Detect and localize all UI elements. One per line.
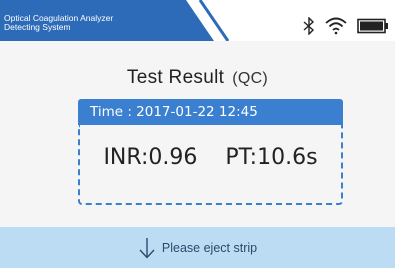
status-icons xyxy=(303,16,389,36)
result-mode: (QC) xyxy=(232,70,269,87)
result-title: Test Result (QC) xyxy=(0,67,395,89)
header-bar: Optical Coagulation Analyzer Detecting S… xyxy=(0,0,395,41)
result-box: Time : 2017-01-22 12:45 INR:0.96 PT:10.6s xyxy=(78,99,343,205)
battery-icon xyxy=(357,18,388,34)
inr-value: INR:0.96 xyxy=(103,145,198,170)
main-panel: Test Result (QC) Time : 2017-01-22 12:45 … xyxy=(0,41,395,227)
device-screen: Optical Coagulation Analyzer Detecting S… xyxy=(0,0,395,268)
bluetooth-icon xyxy=(303,17,315,35)
wifi-icon xyxy=(325,17,347,35)
eject-strip-message: Please eject strip xyxy=(161,240,258,255)
pt-value: PT:10.6s xyxy=(225,145,318,170)
result-title-text: Test Result xyxy=(126,67,225,88)
app-title-line2: Detecting System xyxy=(4,22,71,32)
result-values: INR:0.96 PT:10.6s xyxy=(78,125,343,205)
app-title: Optical Coagulation Analyzer Detecting S… xyxy=(4,14,113,32)
value-line: INR:0.96 PT:10.6s xyxy=(80,145,341,170)
test-time: Time : 2017-01-22 12:45 xyxy=(78,99,343,125)
arrow-down-icon xyxy=(139,237,155,259)
footer-message-bar: Please eject strip xyxy=(0,227,395,268)
